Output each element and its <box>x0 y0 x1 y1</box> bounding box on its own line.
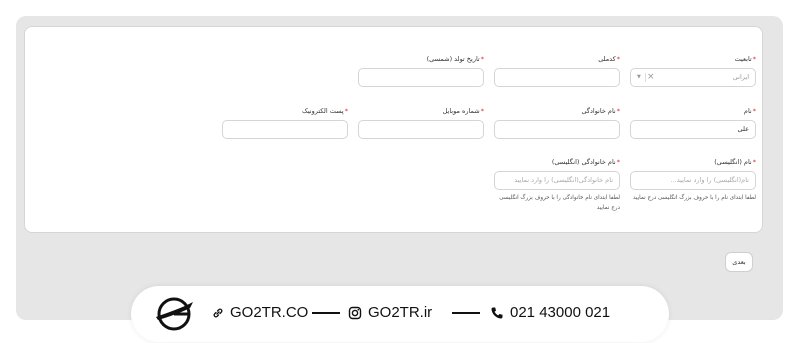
first-name-en-placeholder: نام(انگلیسی) را وارد نمایید... <box>670 176 749 184</box>
last-name-en-field: *نام خانوادگی (انگلیسی) نام خانوادگی(انگ… <box>494 157 620 213</box>
last-name-en-placeholder: نام خانوادگی(انگلیسی) را وارد نمایید <box>514 176 613 184</box>
mobile-field: *شماره موبایل <box>358 106 484 139</box>
mobile-label: *شماره موبایل <box>442 107 484 115</box>
email-field: *پست الکترونیک <box>222 106 348 139</box>
last-name-en-label: *نام خانوادگی (انگلیسی) <box>551 158 620 166</box>
last-name-en-input[interactable]: نام خانوادگی(انگلیسی) را وارد نمایید <box>494 171 620 190</box>
nationality-value: ایرانی <box>732 73 749 81</box>
first-name-field: *نام علی <box>630 106 756 139</box>
national-code-field: *کدملی <box>494 54 620 87</box>
national-code-label: *کدملی <box>598 55 620 63</box>
separator-dash <box>452 312 480 314</box>
phone-text: 021 43000 021 <box>510 304 611 321</box>
first-name-en-label: *نام (انگلیسی) <box>714 158 756 166</box>
nationality-select[interactable]: ایرانی × ▼ <box>630 68 756 87</box>
first-name-en-input[interactable]: نام(انگلیسی) را وارد نمایید... <box>630 171 756 190</box>
go2tr-logo <box>156 297 193 331</box>
instagram-contact[interactable]: GO2TR.ir <box>348 300 432 326</box>
instagram-text: GO2TR.ir <box>368 304 433 321</box>
phone-icon <box>491 307 503 319</box>
first-name-input[interactable]: علی <box>630 120 756 139</box>
phone-contact[interactable]: 021 43000 021 <box>490 300 610 326</box>
first-name-label: *نام <box>743 107 756 115</box>
last-name-field: *نام خانوادگی <box>494 106 620 139</box>
nationality-field: *تابعیت ایرانی × ▼ <box>630 54 756 87</box>
nationality-label: *تابعیت <box>734 55 756 63</box>
instagram-icon <box>348 306 362 320</box>
link-icon <box>213 308 223 318</box>
first-name-en-field: *نام (انگلیسی) نام(انگلیسی) را وارد نمای… <box>630 157 756 203</box>
website-text: GO2TR.CO <box>230 304 309 321</box>
birth-date-label: *تاریخ تولد (شمسی) <box>426 55 484 63</box>
last-name-en-help: لطفا ابتدای نام خانوادگی را با حروف بزرگ… <box>499 195 620 211</box>
select-divider <box>645 73 646 82</box>
separator-dash <box>312 312 340 314</box>
last-name-label: *نام خانوادگی <box>581 107 620 115</box>
last-name-input[interactable] <box>494 120 620 139</box>
birth-date-field: *تاریخ تولد (شمسی) <box>358 54 484 87</box>
website-contact[interactable]: GO2TR.CO <box>212 300 308 326</box>
mobile-input[interactable] <box>358 120 484 139</box>
next-button[interactable]: بعدی <box>725 252 753 272</box>
first-name-en-help: لطفا ابتدای نام را با حروف بزرگ انگلیسی … <box>632 195 756 201</box>
email-input[interactable] <box>222 120 348 139</box>
email-label: *پست الکترونیک <box>302 107 348 115</box>
national-code-input[interactable] <box>494 68 620 87</box>
chevron-down-icon[interactable]: ▼ <box>637 69 641 86</box>
clear-icon[interactable]: × <box>647 69 655 86</box>
birth-date-input[interactable] <box>358 68 484 87</box>
